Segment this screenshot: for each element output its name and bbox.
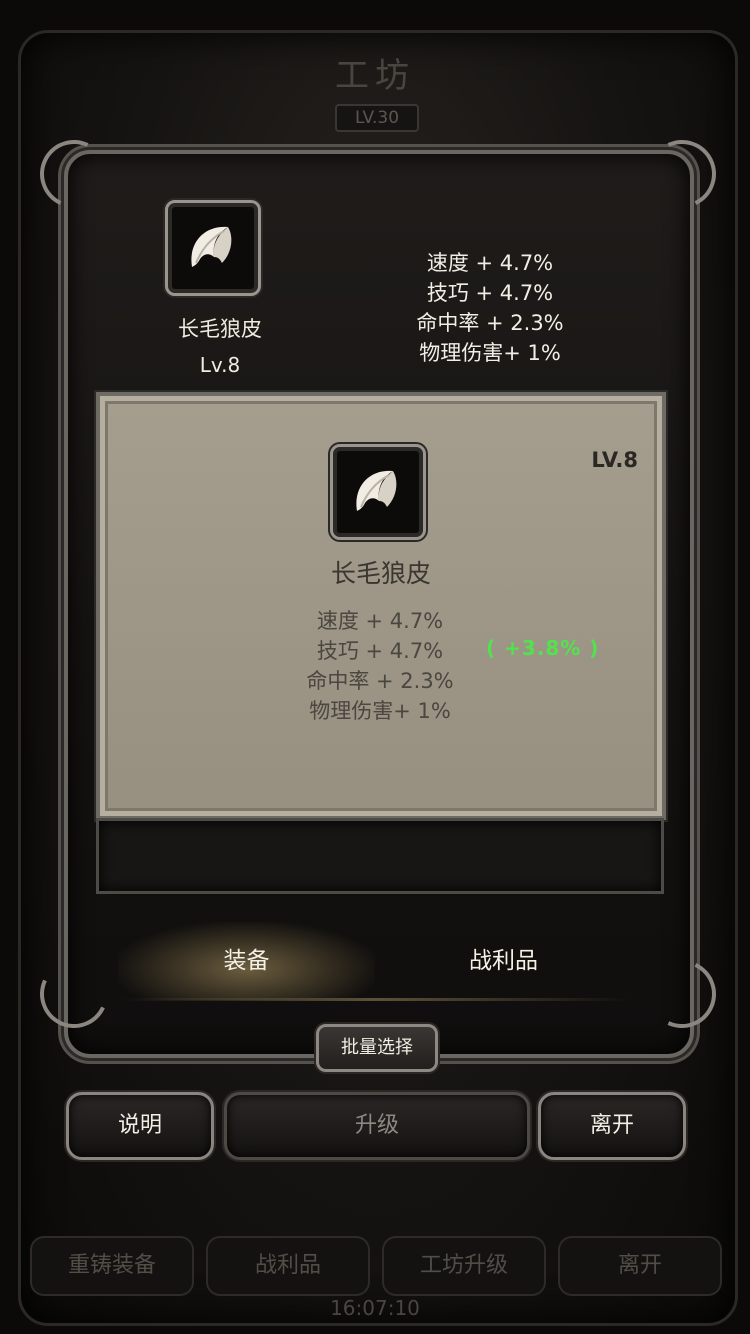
white-wolf-fur-icon [330,444,426,540]
bonus-value: ( +3.8% ) [486,636,600,660]
item-stats: 速度 + 4.7% 技巧 + 4.7% 命中率 + 2.3% 物理伤害+ 1% [380,248,600,368]
leave-button-bg: 离开 [558,1236,722,1296]
tab-equipment[interactable]: 装备 [118,922,375,1000]
workshop-upgrade-button: 工坊升级 [382,1236,546,1296]
explain-button[interactable]: 说明 [66,1092,214,1160]
card-item-name: 长毛狼皮 [330,559,431,588]
white-wolf-fur-icon[interactable] [165,200,261,296]
card-stats: 速度 + 4.7% 技巧 + 4.7% 命中率 + 2.3% 物理伤害+ 1% [270,606,490,726]
clock-time: 16:07:10 [330,1296,420,1320]
item-list-strip [96,818,664,894]
stat-accuracy: 命中率 + 2.3% [416,311,564,335]
stat-speed: 速度 + 4.7% [426,251,554,275]
card-level: LV.8 [591,448,638,472]
leave-button[interactable]: 离开 [538,1092,686,1160]
workshop-title: 工坊 [335,56,415,96]
tab-loot[interactable]: 战利品 [375,922,632,1000]
item-name: 长毛狼皮 [178,317,262,341]
upgrade-button[interactable]: 升级 [224,1092,530,1160]
card-stat-skill: 技巧 + 4.7% [316,639,444,663]
category-tabs: 装备 战利品 [118,922,632,1000]
stat-physical-damage: 物理伤害+ 1% [419,341,561,365]
tab-divider [118,998,632,1001]
workshop-level: LV.30 [335,104,419,132]
card-stat-accuracy: 命中率 + 2.3% [306,669,454,693]
card-stat-physical-damage: 物理伤害+ 1% [309,699,451,723]
stat-skill: 技巧 + 4.7% [426,281,554,305]
reforge-button: 重铸装备 [30,1236,194,1296]
card-stat-speed: 速度 + 4.7% [316,609,444,633]
batch-select-button[interactable]: 批量选择 [316,1024,438,1072]
loot-button-bg: 战利品 [206,1236,370,1296]
item-level: Lv.8 [199,353,241,377]
item-detail-card[interactable]: LV.8 长毛狼皮 速度 + 4.7% 技巧 + 4.7% 命中率 + 2.3%… [96,392,666,820]
